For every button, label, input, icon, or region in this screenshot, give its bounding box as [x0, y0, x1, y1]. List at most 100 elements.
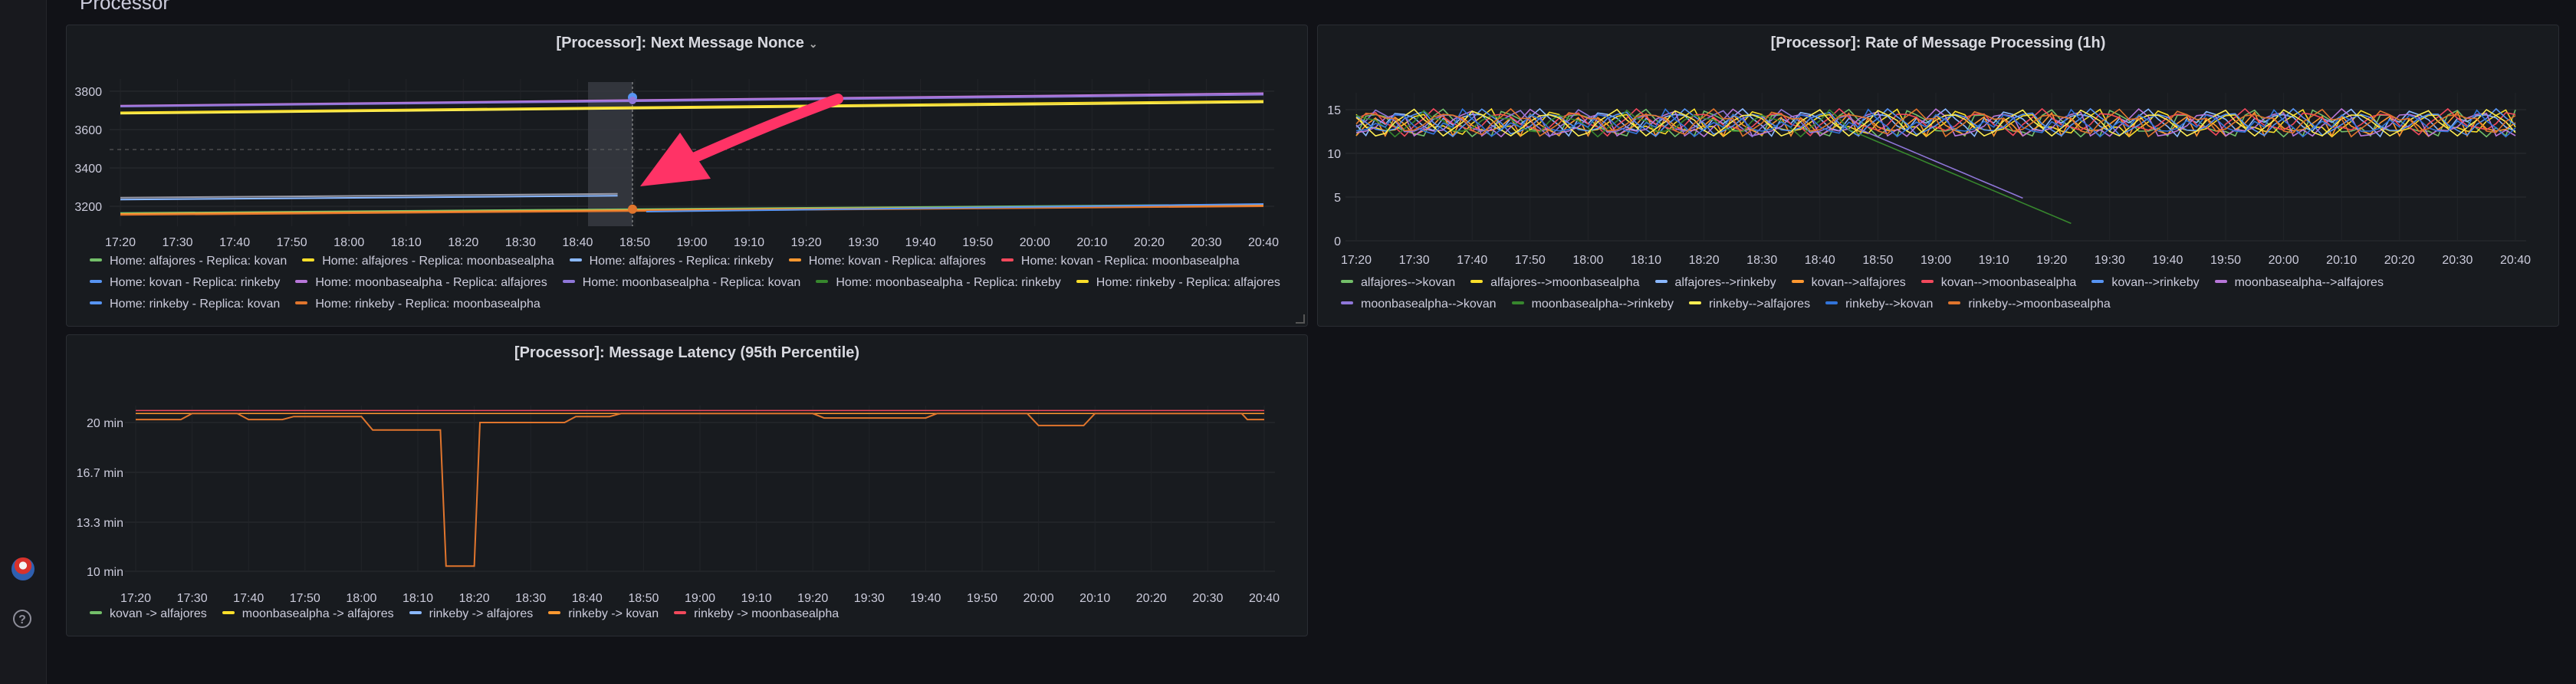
legend-label: moonbasealpha-->kovan [1361, 298, 1497, 311]
x-tick-label: 19:40 [905, 236, 936, 249]
legend-item[interactable]: rinkeby-->alfajores [1689, 294, 1810, 315]
y-tick-label: 13.3 min [77, 517, 123, 530]
x-tick-label: 18:50 [619, 236, 650, 249]
legend-swatch [90, 301, 102, 304]
x-tick-label: 19:10 [734, 236, 764, 249]
y-tick-label: 16.7 min [77, 467, 123, 480]
legend-label: rinkeby-->alfajores [1709, 298, 1811, 311]
x-tick-label: 20:40 [1248, 236, 1279, 249]
legend-item[interactable]: alfajores-->moonbasealpha [1470, 272, 1640, 294]
x-tick-label: 19:10 [1979, 254, 2009, 267]
legend-item[interactable]: Home: alfajores - Replica: kovan [90, 251, 287, 272]
legend-item[interactable]: rinkeby-->kovan [1825, 294, 1933, 315]
legend-item[interactable]: kovan-->moonbasealpha [1921, 272, 2076, 294]
legend-item[interactable]: rinkeby-->moonbasealpha [1948, 294, 2111, 315]
legend-item[interactable]: rinkeby -> kovan [548, 603, 659, 625]
legend-swatch [1654, 279, 1668, 283]
x-tick-label: 19:30 [848, 236, 879, 249]
legend-item[interactable]: Home: alfajores - Replica: moonbasealpha [302, 251, 554, 272]
legend-item[interactable]: Home: kovan - Replica: alfajores [788, 251, 986, 272]
x-tick-label: 17:30 [1399, 254, 1430, 267]
legend-item[interactable]: Home: rinkeby - Replica: moonbasealpha [295, 294, 540, 315]
x-tick-label: 18:00 [1572, 254, 1603, 267]
legend-item[interactable]: rinkeby -> moonbasealpha [674, 603, 839, 625]
x-tick-label: 17:30 [163, 236, 193, 249]
legend-item[interactable]: kovan-->rinkeby [2091, 272, 2200, 294]
x-tick-label: 19:00 [1921, 254, 1951, 267]
legend-swatch [90, 279, 102, 283]
legend-item[interactable]: moonbasealpha-->kovan [1341, 294, 1497, 315]
legend-label: kovan-->rinkeby [2111, 276, 2200, 289]
legend-label: rinkeby -> kovan [568, 607, 659, 620]
legend-item[interactable]: Home: moonbasealpha - Replica: kovan [562, 272, 801, 294]
legend-label: kovan-->alfajores [1811, 276, 1906, 289]
hover-point [629, 97, 636, 104]
x-tick-label: 18:50 [1862, 254, 1893, 267]
legend-item[interactable]: Home: kovan - Replica: rinkeby [90, 272, 280, 294]
legend-item[interactable]: moonbasealpha-->rinkeby [1511, 294, 1674, 315]
legend-swatch [90, 258, 102, 261]
question-icon[interactable]: ? [13, 610, 31, 628]
legend-label: alfajores-->rinkeby [1674, 276, 1776, 289]
legend-swatch [222, 610, 235, 614]
latency-chart[interactable]: 20 min16.7 min13.3 min10 min17:20 17:30 17… [67, 335, 1309, 637]
legend-item[interactable]: alfajores-->rinkeby [1654, 272, 1776, 294]
x-tick-label: 19:20 [2036, 254, 2067, 267]
x-tick-label: 20:10 [2326, 254, 2357, 267]
legend-label: rinkeby -> moonbasealpha [694, 607, 840, 620]
x-tick-label: 20:10 [1076, 236, 1107, 249]
legend-item[interactable]: moonbasealpha -> alfajores [222, 603, 394, 625]
legend-swatch [90, 610, 102, 614]
x-tick-label: 20:30 [1191, 236, 1221, 249]
user-avatar-icon[interactable] [12, 557, 34, 580]
x-tick-label: 18:00 [334, 236, 364, 249]
section-title[interactable]: Processor [80, 0, 169, 15]
x-tick-label: 19:30 [2095, 254, 2125, 267]
legend-swatch [1001, 258, 1014, 261]
legend-item[interactable]: Home: moonbasealpha - Replica: alfajores [295, 272, 547, 294]
x-tick-label: 20:00 [2269, 254, 2299, 267]
legend-item[interactable]: Home: rinkeby - Replica: kovan [90, 294, 280, 315]
legend-swatch [1791, 279, 1804, 283]
legend-item[interactable]: moonbasealpha-->alfajores [2214, 272, 2384, 294]
x-tick-label: 19:50 [2210, 254, 2241, 267]
x-tick-label: 18:10 [391, 236, 422, 249]
legend-label: Home: moonbasealpha - Replica: kovan [582, 276, 801, 289]
legend-label: Home: moonbasealpha - Replica: rinkeby [836, 276, 1061, 289]
legend-label: Home: kovan - Replica: moonbasealpha [1020, 255, 1240, 268]
legend-item[interactable]: rinkeby -> alfajores [409, 603, 533, 625]
legend-swatch [788, 258, 801, 261]
legend-item[interactable]: alfajores-->kovan [1341, 272, 1455, 294]
legend-item[interactable]: Home: alfajores - Replica: rinkeby [569, 251, 774, 272]
panel-next-message-nonce[interactable]: [Processor]: Next Message Nonce ⌄ 3800 360… [66, 25, 1308, 327]
legend-swatch [1470, 279, 1484, 283]
x-tick-label: 18:40 [1805, 254, 1835, 267]
y-tick-label: 0 [1334, 235, 1341, 248]
legend-item[interactable]: Home: moonbasealpha - Replica: rinkeby [816, 272, 1061, 294]
legend-swatch [569, 258, 582, 261]
resize-handle[interactable] [1296, 314, 1305, 324]
legend-item[interactable]: kovan -> alfajores [90, 603, 207, 625]
x-tick-label: 18:20 [1689, 254, 1720, 267]
legend-swatch [816, 279, 829, 283]
y-tick-label: 3600 [74, 124, 102, 137]
legend-item[interactable]: Home: rinkeby - Replica: alfajores [1076, 272, 1280, 294]
panel-rate-of-message-processing[interactable]: [Processor]: Rate of Message Processing … [1317, 25, 2559, 327]
x-tick-label: 20:20 [2384, 254, 2415, 267]
legend-swatch [409, 610, 422, 614]
legend-swatch [1076, 279, 1089, 283]
y-tick-label: 5 [1334, 192, 1341, 205]
x-tick-label: 19:40 [2152, 254, 2183, 267]
x-tick-label: 20:20 [1134, 236, 1165, 249]
x-tick-label: 18:10 [1631, 254, 1661, 267]
legend-item[interactable]: Home: kovan - Replica: moonbasealpha [1001, 251, 1240, 272]
legend-swatch [1689, 301, 1702, 304]
panel-message-latency[interactable]: [Processor]: Message Latency (95th Perce… [66, 334, 1308, 636]
x-tick-label: 19:50 [962, 236, 993, 249]
legend-swatch [1948, 301, 1961, 304]
legend-item[interactable]: kovan-->alfajores [1791, 272, 1906, 294]
legend-swatch [674, 610, 687, 614]
y-tick-label: 3800 [74, 86, 102, 99]
legend-swatch [1341, 279, 1353, 283]
legend-label: moonbasealpha -> alfajores [242, 607, 394, 620]
